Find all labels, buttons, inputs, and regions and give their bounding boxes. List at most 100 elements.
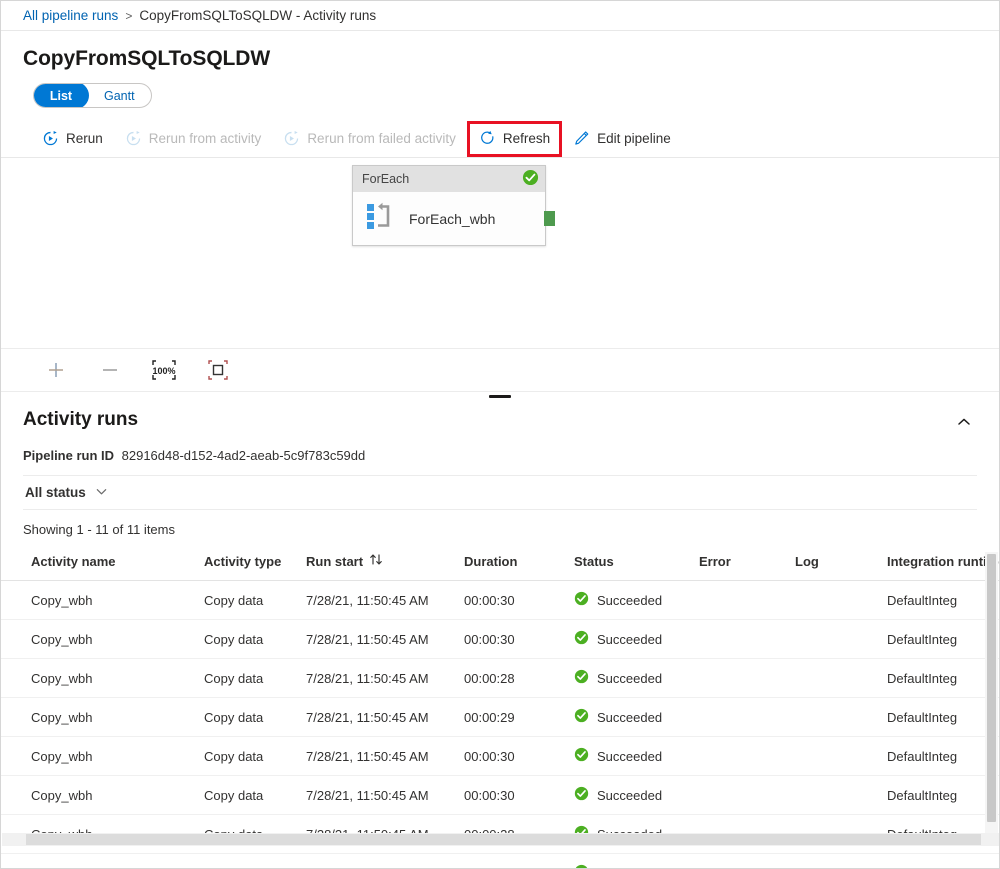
cell-run-start: 7/28/21, 11:50:45 AM xyxy=(306,737,464,776)
column-header-activity-name[interactable]: Activity name xyxy=(1,547,204,581)
zoom-in-button[interactable] xyxy=(41,356,71,384)
panel-splitter[interactable] xyxy=(1,392,999,401)
column-header-integration-runtime[interactable]: Integration runtime xyxy=(887,547,999,581)
cell-run-start: 7/28/21, 11:50:45 AM xyxy=(306,659,464,698)
status-label: Succeeded xyxy=(597,632,662,647)
svg-text:100%: 100% xyxy=(152,366,175,376)
cell-duration: 00:00:30 xyxy=(464,776,574,815)
splitter-handle[interactable] xyxy=(489,395,511,398)
activity-runs-page: All pipeline runs > CopyFromSQLToSQLDW -… xyxy=(0,0,1000,869)
status-filter-dropdown[interactable]: All status xyxy=(23,479,116,507)
column-header-activity-type[interactable]: Activity type xyxy=(204,547,306,581)
cell-activity-name[interactable]: Copy_wbh xyxy=(1,581,204,620)
table-vertical-scrollbar[interactable] xyxy=(985,552,998,837)
cell-activity-type: Copy data xyxy=(204,737,306,776)
cell-log xyxy=(795,581,887,620)
table-body: Copy_wbhCopy data7/28/21, 11:50:45 AM00:… xyxy=(1,581,999,869)
column-header-duration[interactable]: Duration xyxy=(464,547,574,581)
edit-pipeline-label: Edit pipeline xyxy=(597,131,671,146)
vertical-scrollbar-thumb[interactable] xyxy=(987,554,996,822)
tab-list[interactable]: List xyxy=(33,83,89,108)
activity-node-foreach[interactable]: ForEach xyxy=(352,165,546,246)
sort-arrows-icon xyxy=(369,553,383,569)
status-succeeded-icon xyxy=(574,786,589,804)
collapse-panel-button[interactable] xyxy=(949,409,979,439)
rerun-button[interactable]: Rerun xyxy=(31,123,114,155)
cell-run-start: 7/28/21, 11:50:45 AM xyxy=(306,698,464,737)
view-toggle-container: List Gantt xyxy=(1,71,999,108)
breadcrumb-separator: > xyxy=(125,9,132,23)
cell-activity-name[interactable]: Copy_wbh xyxy=(1,776,204,815)
status-succeeded-icon xyxy=(574,747,589,765)
cell-status: Succeeded xyxy=(574,776,699,815)
breadcrumb: All pipeline runs > CopyFromSQLToSQLDW -… xyxy=(1,1,999,31)
zoom-out-button[interactable] xyxy=(95,356,125,384)
cell-activity-name[interactable]: Copy_wbh xyxy=(1,698,204,737)
breadcrumb-all-pipeline-runs-link[interactable]: All pipeline runs xyxy=(23,8,118,23)
node-header: ForEach xyxy=(353,166,545,192)
column-header-run-start[interactable]: Run start xyxy=(306,547,464,581)
rerun-from-failed-activity-button: Rerun from failed activity xyxy=(272,123,467,155)
cell-integration-runtime: DefaultInteg xyxy=(887,854,999,869)
edit-pipeline-button[interactable]: Edit pipeline xyxy=(562,123,682,155)
cell-activity-name[interactable]: Copy_wbh xyxy=(1,659,204,698)
command-bar: Rerun Rerun from activity xyxy=(1,120,999,158)
column-header-log[interactable]: Log xyxy=(795,547,887,581)
column-header-run-start-label: Run start xyxy=(306,554,363,569)
canvas-zoom-controls: 100% xyxy=(1,348,999,392)
activity-runs-table: Activity name Activity type Run start xyxy=(1,547,999,869)
table-row[interactable]: Copy_wbhCopy data7/28/21, 11:50:45 AM00:… xyxy=(1,776,999,815)
table-row[interactable]: Copy_wbhCopy data7/28/21, 11:50:45 AM00:… xyxy=(1,737,999,776)
cell-status: Succeeded xyxy=(574,659,699,698)
view-toggle[interactable]: List Gantt xyxy=(33,83,152,108)
refresh-button[interactable]: Refresh xyxy=(467,121,562,157)
pipeline-canvas[interactable]: ForEach xyxy=(1,158,999,348)
activity-runs-table-container: Activity name Activity type Run start xyxy=(1,547,999,869)
status-succeeded-icon xyxy=(522,169,539,189)
cell-duration: 00:00:29 xyxy=(464,698,574,737)
cell-integration-runtime: DefaultInteg xyxy=(887,698,999,737)
cell-run-start: 7/28/21, 11:50:45 AM xyxy=(306,854,464,869)
cell-activity-type: Copy data xyxy=(204,620,306,659)
tab-gantt[interactable]: Gantt xyxy=(88,83,151,108)
status-label: Succeeded xyxy=(597,593,662,608)
cell-activity-type: Copy data xyxy=(204,698,306,737)
rerun-from-activity-icon xyxy=(125,130,142,147)
status-succeeded-icon xyxy=(574,669,589,687)
cell-status: Succeeded xyxy=(574,737,699,776)
cell-log xyxy=(795,698,887,737)
table-row[interactable]: Copy_wbhCopy data7/28/21, 11:50:45 AM00:… xyxy=(1,620,999,659)
cell-integration-runtime: DefaultInteg xyxy=(887,737,999,776)
cell-run-start: 7/28/21, 11:50:45 AM xyxy=(306,581,464,620)
refresh-label: Refresh xyxy=(503,131,550,146)
table-row[interactable]: Copy_wbhCopy data7/28/21, 11:50:45 AM00:… xyxy=(1,581,999,620)
column-header-error[interactable]: Error xyxy=(699,547,795,581)
table-row[interactable]: Copy_wbhCopy data7/28/21, 11:50:45 AM00:… xyxy=(1,854,999,869)
fit-to-screen-button[interactable] xyxy=(203,356,233,384)
status-succeeded-icon xyxy=(574,864,589,869)
status-label: Succeeded xyxy=(597,788,662,803)
cell-status: Succeeded xyxy=(574,581,699,620)
table-row[interactable]: Copy_wbhCopy data7/28/21, 11:50:45 AM00:… xyxy=(1,698,999,737)
node-output-port[interactable] xyxy=(544,211,555,226)
cell-integration-runtime: DefaultInteg xyxy=(887,620,999,659)
cell-activity-name[interactable]: Copy_wbh xyxy=(1,620,204,659)
table-horizontal-scrollbar[interactable] xyxy=(2,833,999,846)
horizontal-scrollbar-thumb[interactable] xyxy=(26,834,981,845)
column-header-status[interactable]: Status xyxy=(574,547,699,581)
cell-duration: 00:00:30 xyxy=(464,620,574,659)
status-label: Succeeded xyxy=(597,866,662,869)
cell-activity-name[interactable]: Copy_wbh xyxy=(1,854,204,869)
pipeline-run-id-label: Pipeline run ID xyxy=(23,448,114,463)
cell-integration-runtime: DefaultInteg xyxy=(887,776,999,815)
cell-activity-name[interactable]: Copy_wbh xyxy=(1,737,204,776)
rerun-from-failed-activity-label: Rerun from failed activity xyxy=(307,131,456,146)
cell-log xyxy=(795,776,887,815)
table-row[interactable]: Copy_wbhCopy data7/28/21, 11:50:45 AM00:… xyxy=(1,659,999,698)
cell-error xyxy=(699,698,795,737)
activity-runs-title: Activity runs xyxy=(23,409,949,431)
rerun-icon xyxy=(42,130,59,147)
cell-log xyxy=(795,659,887,698)
foreach-icon xyxy=(367,202,393,235)
zoom-to-100-percent-button[interactable]: 100% xyxy=(149,356,179,384)
